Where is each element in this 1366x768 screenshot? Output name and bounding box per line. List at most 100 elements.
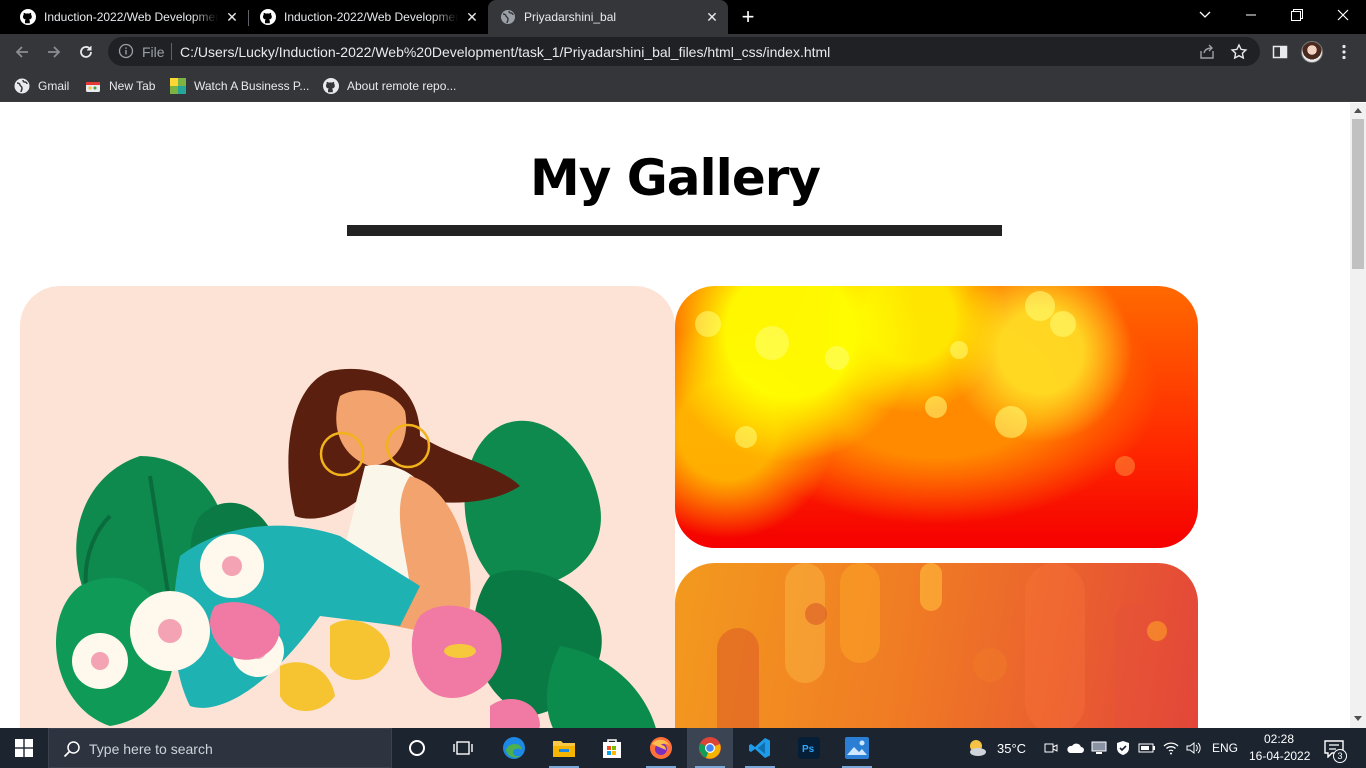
clock-time[interactable]: 02:28	[1264, 732, 1294, 746]
page-title: My Gallery	[530, 149, 821, 207]
bokeh-dot	[755, 326, 789, 360]
tab-strip: Induction-2022/Web Development ✕ Inducti…	[0, 0, 1366, 34]
file-explorer-icon	[553, 741, 575, 757]
page-scrollbar[interactable]	[1350, 103, 1366, 728]
taskbar-photoshop[interactable]: Ps	[786, 728, 832, 768]
windows-taskbar: Type here to search Ps 35°C ENG 02:28 16…	[0, 728, 1366, 768]
close-icon[interactable]: ✕	[224, 9, 240, 25]
back-button[interactable]	[8, 38, 36, 66]
reload-icon	[80, 46, 92, 58]
abstract-shape	[717, 628, 759, 728]
github-icon	[323, 78, 339, 94]
taskbar-edge[interactable]	[491, 728, 537, 768]
info-icon[interactable]	[118, 43, 134, 59]
restore-button[interactable]	[1274, 0, 1320, 30]
bookmark-gmail[interactable]: Gmail	[14, 76, 69, 96]
clock-date[interactable]: 16-04-2022	[1249, 749, 1310, 763]
address-bar[interactable]: File C:/Users/Lucky/Induction-2022/Web%2…	[108, 37, 1260, 66]
firefox-icon	[650, 737, 672, 759]
heading-underline	[347, 225, 1002, 236]
address-divider	[171, 43, 172, 60]
address-url[interactable]: C:/Users/Lucky/Induction-2022/Web%20Deve…	[180, 44, 830, 60]
bokeh-dot	[950, 341, 968, 359]
abstract-shape	[1025, 563, 1085, 728]
bookmark-label: About remote repo...	[347, 79, 457, 93]
taskbar-store[interactable]	[589, 728, 635, 768]
github-icon	[20, 9, 36, 25]
chevron-down-icon	[1199, 11, 1211, 18]
tab-github-1[interactable]: Induction-2022/Web Development ✕	[8, 0, 248, 34]
newtab-icon	[86, 82, 100, 92]
reload-button[interactable]	[72, 38, 100, 66]
taskbar-search-input[interactable]: Type here to search	[48, 728, 392, 768]
volume-icon[interactable]	[1184, 739, 1202, 757]
taskbar-file-explorer[interactable]	[541, 728, 587, 768]
scroll-up-arrow[interactable]	[1354, 108, 1362, 113]
svg-text:Ps: Ps	[802, 744, 815, 755]
bookmark-remote-repo[interactable]: About remote repo...	[323, 76, 456, 96]
task-view-button[interactable]	[440, 728, 486, 768]
tab-title: Priyadarshini_bal	[524, 10, 617, 24]
share-icon[interactable]	[1198, 43, 1216, 61]
profile-button[interactable]	[1298, 38, 1326, 66]
map-icon	[170, 78, 186, 94]
bookmark-new-tab[interactable]: New Tab	[85, 76, 155, 96]
vscode-icon	[749, 738, 770, 758]
bookmark-star-icon[interactable]	[1230, 43, 1248, 61]
weather-temperature[interactable]: 35°C	[997, 741, 1026, 756]
side-panel-icon	[1272, 45, 1288, 59]
abstract-shape	[973, 648, 1007, 682]
bokeh-dot	[695, 311, 721, 337]
gallery-image-orange-abstract[interactable]	[675, 563, 1198, 728]
taskbar-photos[interactable]	[834, 728, 880, 768]
close-icon[interactable]: ✕	[464, 9, 480, 25]
tab-priyadarshini[interactable]: Priyadarshini_bal ✕	[488, 0, 728, 34]
close-window-button[interactable]	[1320, 0, 1366, 30]
bookmark-watch-business[interactable]: Watch A Business P...	[170, 76, 309, 96]
bokeh-dot	[825, 346, 849, 370]
taskbar-chrome[interactable]	[687, 728, 733, 768]
address-scheme-label: File	[142, 44, 165, 60]
forward-button[interactable]	[40, 38, 68, 66]
menu-button[interactable]	[1330, 38, 1358, 66]
scroll-thumb[interactable]	[1352, 119, 1364, 269]
abstract-shape	[920, 563, 942, 611]
bokeh-dot	[1025, 291, 1055, 321]
tab-search-button[interactable]	[1182, 0, 1228, 30]
scroll-down-arrow[interactable]	[1354, 716, 1362, 721]
gallery-image-bokeh[interactable]	[675, 286, 1198, 548]
photoshop-icon: Ps	[798, 737, 820, 759]
abstract-shape	[805, 603, 827, 625]
security-shield-icon[interactable]	[1114, 739, 1132, 757]
new-tab-button[interactable]: +	[738, 6, 758, 28]
photos-icon	[845, 737, 869, 759]
taskbar-vscode[interactable]	[737, 728, 783, 768]
close-icon[interactable]: ✕	[704, 9, 720, 25]
bokeh-dot	[1050, 311, 1076, 337]
github-icon	[260, 9, 276, 25]
more-vertical-icon	[1342, 44, 1346, 60]
avatar	[1301, 41, 1323, 63]
bookmark-label: New Tab	[109, 79, 156, 93]
cortana-button[interactable]	[394, 728, 440, 768]
taskbar-firefox[interactable]	[638, 728, 684, 768]
abstract-shape	[840, 563, 880, 663]
weather-sun-icon[interactable]	[966, 737, 988, 759]
side-panel-button[interactable]	[1266, 38, 1294, 66]
wifi-icon[interactable]	[1162, 739, 1180, 757]
bookmark-label: Watch A Business P...	[194, 79, 310, 93]
edge-icon	[503, 737, 525, 759]
tray-meet-icon[interactable]	[1042, 739, 1060, 757]
browser-toolbar: File C:/Users/Lucky/Induction-2022/Web%2…	[0, 34, 1366, 70]
arrow-left-icon	[15, 46, 28, 58]
gallery-image-illustration[interactable]	[20, 286, 675, 728]
start-button[interactable]	[0, 728, 48, 768]
tab-github-2[interactable]: Induction-2022/Web Development ✕	[248, 0, 488, 34]
onedrive-icon[interactable]	[1066, 739, 1084, 757]
search-placeholder: Type here to search	[89, 741, 213, 757]
language-indicator[interactable]: ENG	[1212, 741, 1238, 755]
minimize-button[interactable]	[1228, 0, 1274, 30]
display-icon[interactable]	[1090, 739, 1108, 757]
abstract-shape	[1115, 603, 1149, 728]
battery-icon[interactable]	[1138, 739, 1156, 757]
